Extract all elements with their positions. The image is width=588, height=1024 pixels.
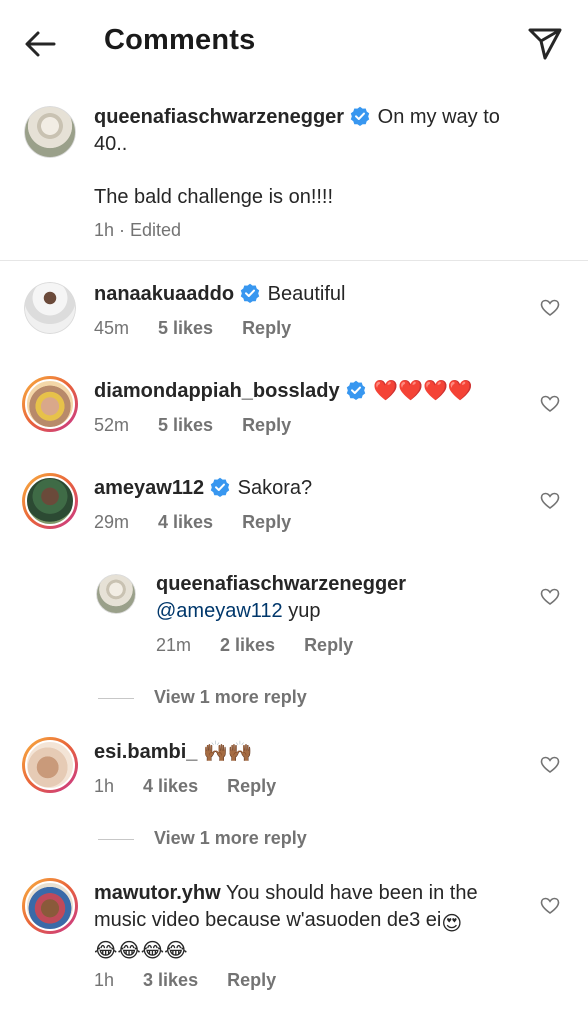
comment-body: ❤️❤️❤️❤️ (373, 380, 473, 402)
divider-line (98, 697, 134, 699)
verified-badge-icon (346, 380, 365, 400)
heart-outline-icon[interactable] (540, 394, 560, 414)
caption-line3: The bald challenge is on!!!! (94, 186, 334, 208)
heart-outline-icon[interactable] (540, 298, 560, 318)
view-more-label: View 1 more reply (154, 828, 307, 848)
comment-username[interactable]: ameyaw112 (94, 477, 204, 499)
comment-time: 29m (94, 512, 130, 532)
comment-likes[interactable]: 4 likes (158, 512, 213, 533)
comment-body-line2: music video because w'asuoden de3 ei (94, 909, 442, 931)
comment-body-line3: 😂😂😂😂 (94, 940, 188, 962)
verified-badge-icon (240, 283, 260, 303)
comment-body: 🙌🏾🙌🏾 (202, 741, 253, 763)
comment-time: 52m (94, 415, 130, 435)
view-more-label: View 1 more reply (154, 687, 307, 707)
comment-likes[interactable]: 4 likes (143, 776, 198, 797)
reply-text: queenafiaschwarzenegger @ameyaw112 yup (156, 571, 516, 625)
reply-button[interactable]: Reply (227, 776, 276, 797)
comment-username[interactable]: nanaakuaaddo (94, 283, 234, 305)
heart-outline-icon[interactable] (540, 491, 560, 511)
comment-text: mawutor.yhw You should have been in the … (94, 880, 524, 965)
verified-badge-icon (210, 477, 230, 497)
paper-plane-icon[interactable] (526, 24, 564, 62)
reply-username[interactable]: queenafiaschwarzenegger (156, 573, 406, 595)
mention-link[interactable]: @ameyaw112 (156, 600, 283, 622)
comment-meta: 1h 4 likes Reply (94, 776, 305, 797)
avatar[interactable] (24, 282, 76, 334)
comment-likes[interactable]: 5 likes (158, 415, 213, 436)
caption-line1: On my way to (377, 106, 500, 128)
reply-button[interactable]: Reply (227, 970, 276, 991)
caption-username[interactable]: queenafiaschwarzenegger (94, 106, 344, 128)
comment-likes[interactable]: 5 likes (158, 318, 213, 339)
avatar[interactable] (22, 473, 78, 529)
back-arrow-icon[interactable] (22, 26, 58, 62)
comment-text: diamondappiah_bosslady ❤️❤️❤️❤️ (94, 378, 473, 405)
reply-button[interactable]: Reply (242, 512, 291, 533)
avatar[interactable] (22, 878, 78, 934)
comment-time: 1h (94, 970, 115, 990)
header-bar: Comments (0, 0, 588, 86)
comment-meta: 1h 3 likes Reply (94, 970, 305, 991)
comment-username[interactable]: diamondappiah_bosslady (94, 380, 340, 402)
heart-outline-icon[interactable] (540, 587, 560, 607)
reply-button[interactable]: Reply (304, 635, 353, 656)
comment-meta: 29m 4 likes Reply (94, 512, 320, 533)
avatar[interactable] (24, 106, 76, 158)
avatar[interactable] (96, 574, 136, 614)
reply-button[interactable]: Reply (242, 318, 291, 339)
comment-time: 45m (94, 318, 130, 338)
view-more-replies-button[interactable]: View 1 more reply (98, 687, 307, 708)
heart-outline-icon[interactable] (540, 896, 560, 916)
comment-username[interactable]: mawutor.yhw (94, 882, 221, 904)
page-title: Comments (104, 24, 256, 56)
comment-body: Beautiful (267, 283, 346, 305)
comment-text: nanaakuaaddo Beautiful (94, 281, 345, 308)
comment-body: Sakora? (237, 477, 313, 499)
comment-time: 1h (94, 776, 115, 796)
comment-meta: 52m 5 likes Reply (94, 415, 320, 436)
divider-line (98, 838, 134, 840)
reply-likes[interactable]: 2 likes (220, 635, 275, 656)
comment-text: esi.bambi_ 🙌🏾🙌🏾 (94, 739, 253, 766)
reply-time: 21m (156, 635, 192, 655)
comment-meta: 45m 5 likes Reply (94, 318, 320, 339)
heart-outline-icon[interactable] (540, 755, 560, 775)
caption-time: 1h (94, 220, 115, 240)
view-more-replies-button[interactable]: View 1 more reply (98, 828, 307, 849)
comment-body-line1: You should have been in the (225, 882, 478, 904)
avatar[interactable] (22, 376, 78, 432)
caption-line2: 40.. (94, 133, 128, 155)
caption-edited: · Edited (119, 220, 182, 240)
reply-body: yup (288, 600, 321, 622)
comment-likes[interactable]: 3 likes (143, 970, 198, 991)
reply-meta: 21m 2 likes Reply (156, 635, 382, 656)
divider (0, 260, 588, 261)
verified-badge-icon (350, 106, 370, 126)
avatar[interactable] (22, 737, 78, 793)
caption-text: queenafiaschwarzenegger On my way to 40.… (94, 104, 564, 158)
heart-eyes-emoji-icon: 😍 (441, 913, 463, 935)
comment-username[interactable]: esi.bambi_ (94, 741, 197, 763)
caption-meta: 1h · Edited (94, 220, 210, 241)
reply-button[interactable]: Reply (242, 415, 291, 436)
comment-text: ameyaw112 Sakora? (94, 475, 312, 502)
